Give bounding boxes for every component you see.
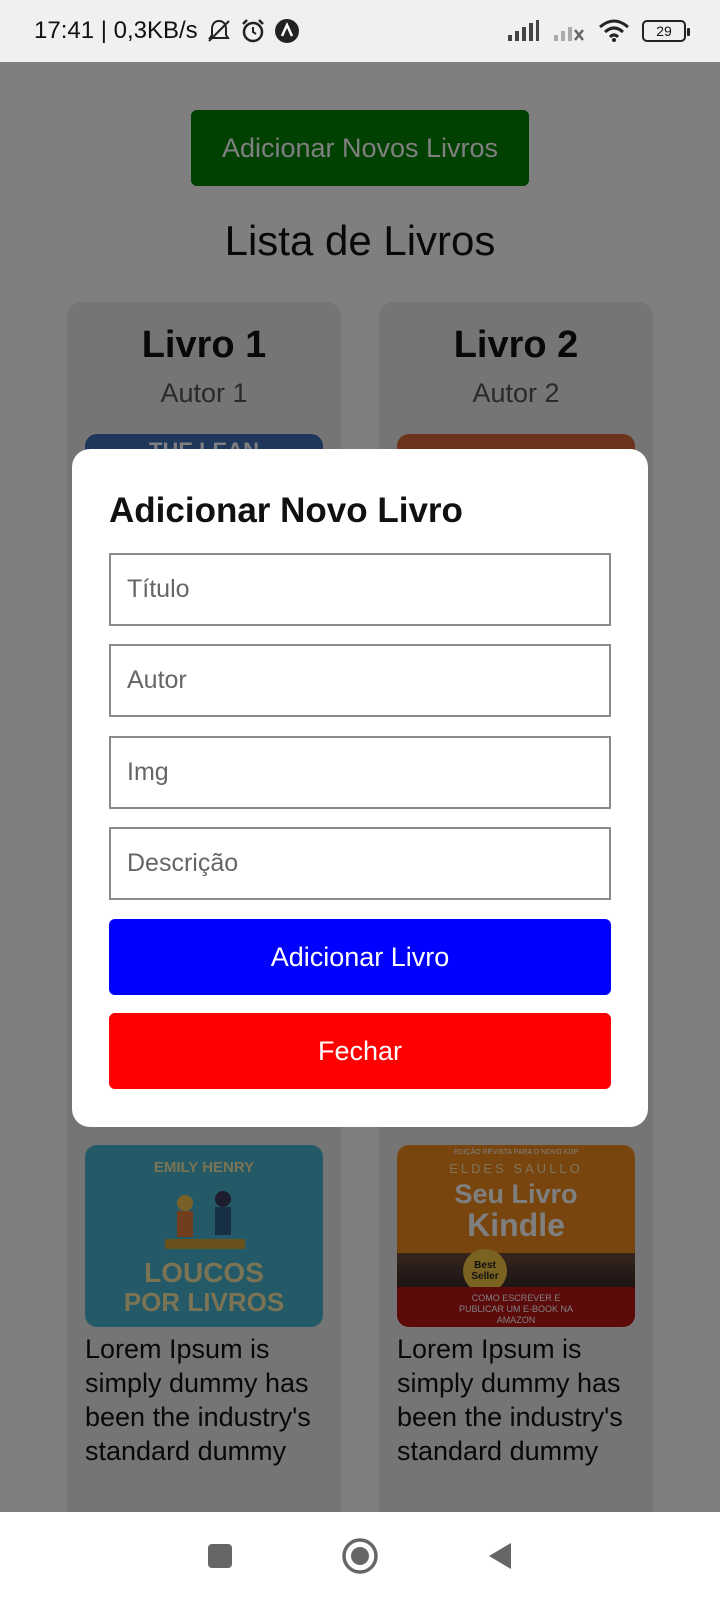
battery-level: 29 <box>656 23 672 39</box>
back-triangle-icon <box>489 1543 511 1569</box>
close-button[interactable]: Fechar <box>109 1013 611 1089</box>
alarm-icon <box>240 18 266 44</box>
description-input[interactable] <box>109 827 611 900</box>
status-time: 17:41 | 0,3KB/s <box>34 17 198 44</box>
battery-icon: 29 <box>642 20 690 42</box>
wifi-icon <box>598 19 630 43</box>
muted-bell-icon <box>206 18 232 44</box>
home-button[interactable] <box>335 1531 385 1581</box>
status-bar: 17:41 | 0,3KB/s 29 <box>0 0 720 62</box>
recents-button[interactable] <box>195 1531 245 1581</box>
circle-home-icon <box>342 1538 378 1574</box>
add-book-button[interactable]: Adicionar Livro <box>109 919 611 995</box>
modal-title: Adicionar Novo Livro <box>109 491 463 530</box>
navigation-bar <box>0 1512 720 1600</box>
title-input[interactable] <box>109 553 611 626</box>
img-input[interactable] <box>109 736 611 809</box>
square-icon <box>208 1544 232 1568</box>
signal-icon <box>506 20 540 42</box>
status-left: 17:41 | 0,3KB/s <box>34 17 300 45</box>
author-input[interactable] <box>109 644 611 717</box>
status-right: 29 <box>506 19 690 43</box>
add-book-modal: Adicionar Novo Livro Adicionar Livro Fec… <box>72 449 648 1127</box>
app-notification-icon <box>274 18 300 44</box>
signal-no-service-icon <box>552 20 586 42</box>
back-button[interactable] <box>475 1531 525 1581</box>
